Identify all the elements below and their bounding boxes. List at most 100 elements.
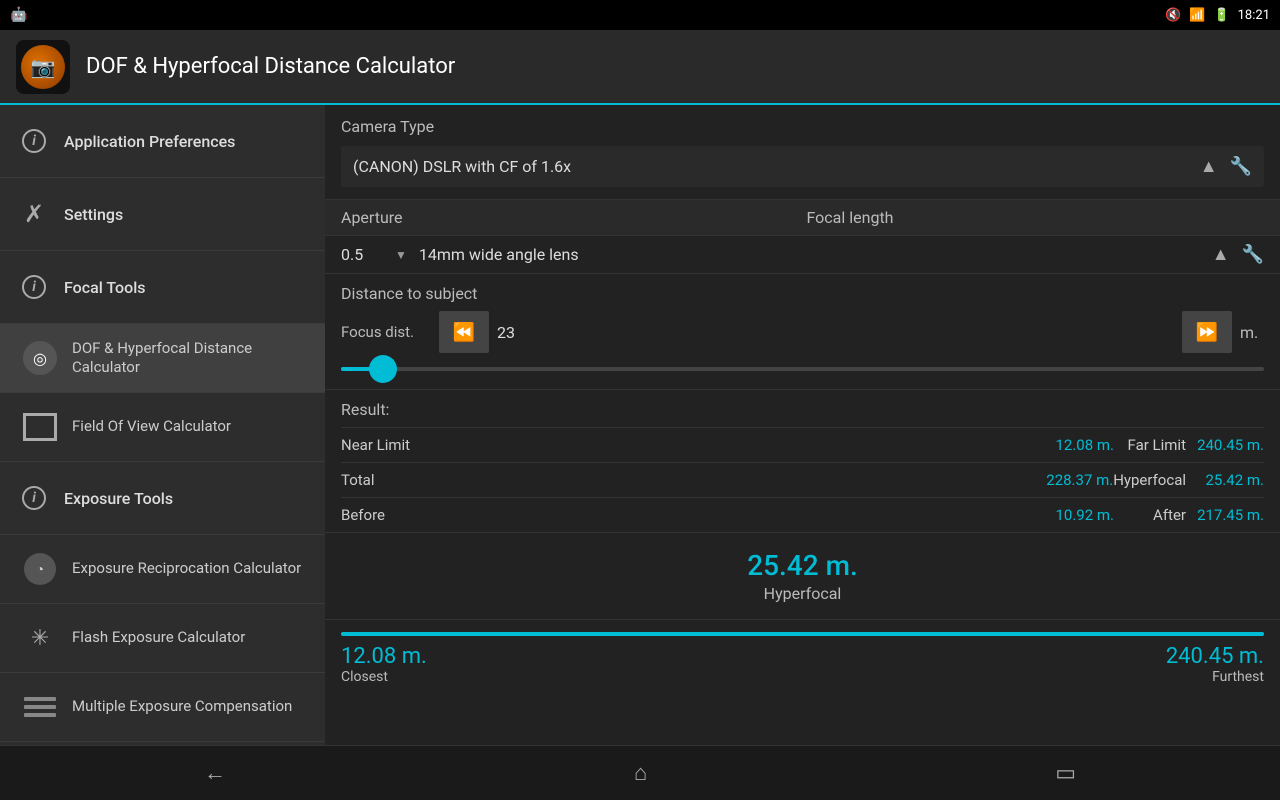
hyperfocal-result-value: 25.42 m. [1194, 471, 1264, 489]
focal-wrench-icon[interactable]: 🔧 [1242, 244, 1264, 265]
sidebar-item-app-preferences[interactable]: i Application Preferences [0, 105, 325, 178]
main-layout: i Application Preferences ✗ Settings i F… [0, 105, 1280, 800]
status-right: 🔇 📶 🔋 18:21 [1165, 8, 1270, 23]
near-limit-value: 12.08 m. [1034, 436, 1114, 454]
furthest-value: 240.45 m. [1166, 644, 1264, 669]
signal-icon[interactable]: ▲ [1200, 156, 1218, 177]
slider-thumb[interactable] [369, 355, 397, 383]
before-value: 10.92 m. [1034, 506, 1114, 524]
result-section: Result: Near Limit 12.08 m. Far Limit 24… [325, 390, 1280, 532]
rewind-button[interactable]: ⏪ [439, 311, 489, 353]
aperture-focal-header: Aperture Focal length [325, 200, 1280, 236]
shutter-icon: ◔ [20, 549, 60, 589]
dof-calculator-label: DOF & Hyperfocal Distance Calculator [72, 339, 309, 378]
lens-icons: ▲ 🔧 [1212, 244, 1264, 265]
result-title: Result: [341, 400, 1264, 419]
android-icon: 🤖 [10, 7, 27, 23]
status-left: 🤖 [10, 7, 27, 23]
sidebar-item-exposure-tools[interactable]: i Exposure Tools [0, 462, 325, 535]
distance-section: Distance to subject Focus dist. ⏪ 23 ⏩ m… [325, 274, 1280, 390]
app-preferences-label: Application Preferences [64, 132, 235, 151]
focus-row: Focus dist. ⏪ 23 ⏩ m. [341, 311, 1264, 353]
distance-endpoints: 12.08 m. Closest 240.45 m. Furthest [341, 644, 1264, 685]
aperture-header-label: Aperture [341, 208, 799, 227]
home-icon: ⌂ [634, 760, 647, 786]
hyperfocal-big-label: Hyperfocal [341, 584, 1264, 603]
forward-button[interactable]: ⏩ [1182, 311, 1232, 353]
mute-icon: 🔇 [1165, 8, 1181, 23]
sidebar-item-exposure-reciprocation[interactable]: ◔ Exposure Reciprocation Calculator [0, 535, 325, 604]
info-icon-preferences: i [16, 123, 52, 159]
camera-type-value: (CANON) DSLR with CF of 1.6x [353, 157, 1200, 176]
camera-type-icons: ▲ 🔧 [1200, 156, 1252, 177]
layers-icon [20, 687, 60, 727]
flash-exposure-label: Flash Exposure Calculator [72, 628, 245, 648]
sidebar-item-dof-calculator[interactable]: ◎ DOF & Hyperfocal Distance Calculator [0, 324, 325, 393]
furthest-label: Furthest [1166, 669, 1264, 685]
total-label: Total [341, 471, 1033, 489]
far-limit-label: Far Limit [1114, 436, 1194, 454]
clock: 18:21 [1238, 8, 1270, 23]
recent-icon: ▭ [1055, 761, 1076, 786]
camera-type-row[interactable]: (CANON) DSLR with CF of 1.6x ▲ 🔧 [341, 146, 1264, 187]
focal-length-header-label: Focal length [799, 208, 1265, 227]
total-value: 228.37 m. [1033, 471, 1113, 489]
focus-value: 23 [497, 323, 1174, 342]
back-button[interactable]: ← [164, 752, 266, 794]
exposure-reciprocation-label: Exposure Reciprocation Calculator [72, 559, 301, 579]
sidebar-item-fov-calculator[interactable]: Field Of View Calculator [0, 393, 325, 462]
aperture-value: 0.5 [341, 245, 391, 264]
content-panel: Camera Type (CANON) DSLR with CF of 1.6x… [325, 105, 1280, 800]
info-icon-focal: i [16, 269, 52, 305]
after-label: After [1114, 506, 1194, 524]
battery-icon: 🔋 [1213, 8, 1229, 23]
far-limit-value: 240.45 m. [1194, 436, 1264, 454]
distance-bar-section: 12.08 m. Closest 240.45 m. Furthest [325, 619, 1280, 697]
slider-track [341, 367, 1264, 371]
multiple-exposure-label: Multiple Exposure Compensation [72, 697, 292, 717]
fov-calculator-label: Field Of View Calculator [72, 417, 231, 437]
result-row-before: Before 10.92 m. After 217.45 m. [341, 497, 1264, 532]
focus-slider[interactable] [341, 363, 1264, 379]
info-icon-exposure: i [16, 480, 52, 516]
dof-icon: ◎ [20, 338, 60, 378]
sidebar-item-focal-tools[interactable]: i Focal Tools [0, 251, 325, 324]
sidebar-item-flash-exposure[interactable]: ✳ Flash Exposure Calculator [0, 604, 325, 673]
near-limit-label: Near Limit [341, 436, 1034, 454]
nav-bar: ← ⌂ ▭ [0, 745, 1280, 800]
distance-unit: m. [1240, 323, 1264, 342]
hyperfocal-display: 25.42 m. Hyperfocal [325, 532, 1280, 619]
hyperfocal-big-value: 25.42 m. [341, 549, 1264, 582]
flash-icon: ✳ [20, 618, 60, 658]
app-title: DOF & Hyperfocal Distance Calculator [86, 54, 455, 79]
focal-tools-label: Focal Tools [64, 278, 146, 297]
sidebar-item-settings[interactable]: ✗ Settings [0, 178, 325, 251]
recent-button[interactable]: ▭ [1015, 753, 1116, 794]
back-icon: ← [204, 760, 226, 786]
hyperfocal-result-label: Hyperfocal [1113, 471, 1194, 489]
app-logo: 📷 [16, 40, 70, 94]
settings-wrench-icon[interactable]: 🔧 [1230, 156, 1252, 177]
title-bar: 📷 DOF & Hyperfocal Distance Calculator [0, 30, 1280, 105]
wifi-icon: 📶 [1189, 8, 1205, 23]
sidebar: i Application Preferences ✗ Settings i F… [0, 105, 325, 800]
focal-signal-icon[interactable]: ▲ [1212, 244, 1230, 265]
closest-value: 12.08 m. [341, 644, 427, 669]
result-row-total: Total 228.37 m. Hyperfocal 25.42 m. [341, 462, 1264, 497]
aperture-focal-row: 0.5 ▼ 14mm wide angle lens ▲ 🔧 [325, 236, 1280, 274]
exposure-tools-label: Exposure Tools [64, 489, 173, 508]
home-button[interactable]: ⌂ [594, 752, 687, 794]
distance-title: Distance to subject [341, 284, 1264, 303]
settings-label: Settings [64, 205, 123, 224]
closest-distance: 12.08 m. Closest [341, 644, 427, 685]
after-value: 217.45 m. [1194, 506, 1264, 524]
camera-type-section: Camera Type (CANON) DSLR with CF of 1.6x… [325, 105, 1280, 200]
status-bar: 🤖 🔇 📶 🔋 18:21 [0, 0, 1280, 30]
sidebar-item-multiple-exposure[interactable]: Multiple Exposure Compensation [0, 673, 325, 742]
camera-type-title: Camera Type [341, 117, 1264, 136]
fov-icon [20, 407, 60, 447]
aperture-triangle-icon: ▼ [395, 248, 407, 262]
focus-label: Focus dist. [341, 323, 431, 341]
focal-length-value: 14mm wide angle lens [411, 245, 1212, 264]
furthest-distance: 240.45 m. Furthest [1166, 644, 1264, 685]
